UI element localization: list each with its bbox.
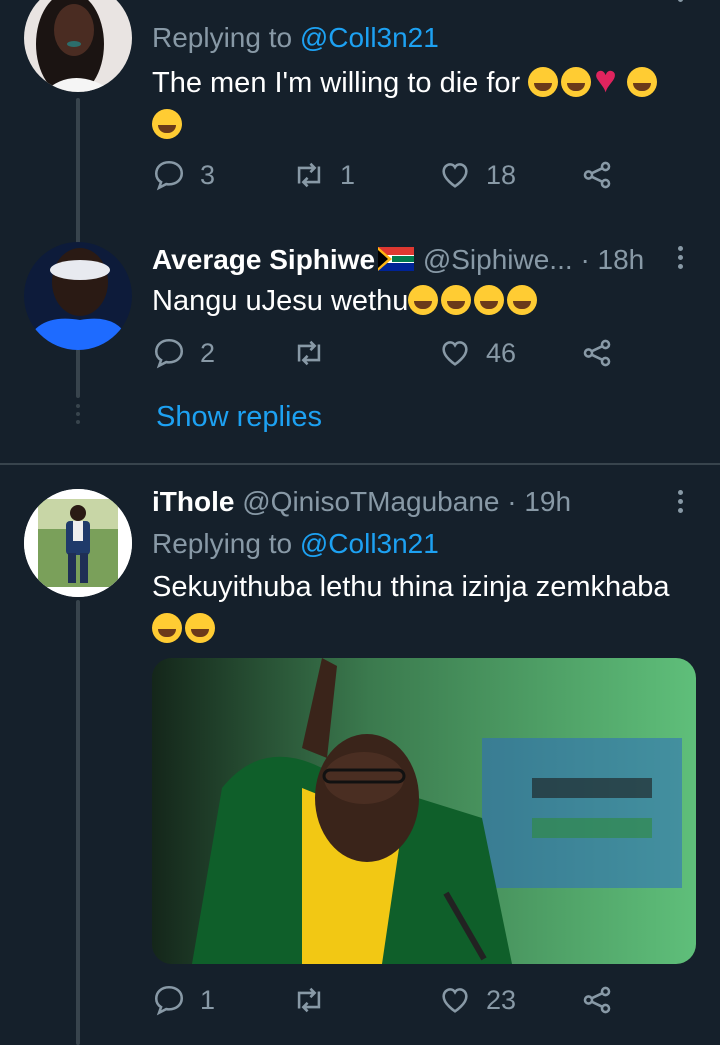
tweet-1-actions: 3 1 18 — [152, 158, 622, 202]
like-count: 18 — [486, 159, 517, 190]
collapsed-thread-dots — [76, 404, 80, 428]
tweet-time[interactable]: · 18h — [580, 244, 644, 275]
south-africa-flag-icon — [378, 247, 415, 271]
show-replies-link[interactable]: Show replies — [156, 401, 322, 434]
retweet-button[interactable] — [292, 336, 340, 370]
user-handle[interactable]: @Siphiwe... — [423, 244, 573, 275]
replying-handle-link[interactable]: @Coll3n21 — [300, 528, 439, 559]
more-vertical-icon[interactable] — [678, 246, 684, 273]
tweet-1-header-cutoff — [152, 0, 572, 16]
like-count: 46 — [486, 337, 517, 368]
heart-icon — [442, 163, 468, 188]
like-button[interactable]: 18 — [438, 158, 516, 192]
tweet-3-text: Sekuyithuba lethu thina izinja zemkhaba — [152, 566, 697, 650]
tweet-1-text: The men I'm willing to die for — [152, 59, 692, 146]
heart-icon — [442, 341, 468, 366]
reply-count: 3 — [200, 159, 216, 190]
rofl-emoji — [185, 613, 215, 643]
avatar-tweet-3[interactable] — [24, 489, 132, 597]
tweet-time[interactable]: · 19h — [507, 486, 571, 517]
share-icon — [583, 339, 611, 367]
tweet-2-body: Nangu uJesu wethu — [152, 285, 409, 317]
avatar-tweet-1[interactable] — [24, 0, 132, 92]
tweet-1-body: The men I'm willing to die for — [152, 67, 521, 99]
retweet-icon — [297, 987, 321, 1013]
rofl-emoji — [507, 285, 538, 315]
reply-icon — [154, 338, 184, 369]
more-vertical-icon[interactable] — [678, 490, 684, 517]
tweet-2-text: Nangu uJesu wethu — [152, 280, 692, 322]
display-name[interactable]: iThole — [152, 486, 234, 517]
reply-icon — [154, 160, 184, 191]
tweet-3-actions: 1 23 — [152, 983, 622, 1027]
replying-prefix: Replying to — [152, 22, 293, 53]
rofl-emoji — [474, 285, 505, 315]
replying-to-tweet-1: Replying to @Coll3n21 — [152, 22, 439, 54]
rofl-emoji — [441, 285, 472, 315]
retweet-count: 1 — [340, 159, 356, 190]
like-button[interactable]: 23 — [438, 983, 516, 1017]
like-button[interactable]: 46 — [438, 336, 516, 370]
replying-prefix: Replying to — [152, 528, 293, 559]
reply-button[interactable]: 2 — [152, 336, 215, 370]
retweet-button[interactable]: 1 — [292, 158, 355, 192]
like-count: 23 — [486, 984, 517, 1015]
tweet-2-header: Average Siphiwe @Siphiwe... · 18h — [152, 244, 644, 276]
avatar-tweet-2[interactable] — [24, 242, 132, 350]
share-icon — [583, 161, 611, 189]
user-handle[interactable]: @QinisoTMagubane — [242, 486, 499, 517]
reply-count: 2 — [200, 337, 216, 368]
red-heart-emoji — [594, 59, 624, 101]
rofl-emoji — [408, 285, 439, 315]
retweet-icon — [297, 162, 321, 188]
thread-line-3 — [76, 600, 80, 1045]
tweet-3-body: Sekuyithuba lethu thina izinja zemkhaba — [152, 571, 670, 603]
joy-crying-emoji — [561, 67, 592, 97]
reply-button[interactable]: 1 — [152, 983, 215, 1017]
reply-button[interactable]: 3 — [152, 158, 215, 192]
more-vertical-icon[interactable] — [678, 0, 684, 6]
retweet-button[interactable] — [292, 983, 340, 1017]
reply-count: 1 — [200, 984, 216, 1015]
divider — [0, 463, 720, 465]
tears-of-joy-emoji — [152, 109, 182, 139]
share-button[interactable] — [580, 983, 628, 1017]
display-name[interactable]: Average Siphiwe — [152, 244, 375, 275]
share-button[interactable] — [580, 336, 628, 370]
tweet-3-photo[interactable] — [152, 658, 696, 964]
replying-to-tweet-3: Replying to @Coll3n21 — [152, 528, 439, 560]
reply-icon — [154, 985, 184, 1016]
tweet-2-actions: 2 46 — [152, 336, 622, 380]
joy-crying-emoji — [528, 67, 559, 97]
rofl-emoji — [152, 613, 182, 643]
replying-handle-link[interactable]: @Coll3n21 — [300, 22, 439, 53]
share-button[interactable] — [580, 158, 628, 192]
retweet-icon — [297, 340, 321, 366]
share-icon — [583, 986, 611, 1014]
tears-of-joy-emoji — [627, 67, 658, 97]
tweet-3-header: iThole @QinisoTMagubane · 19h — [152, 486, 571, 518]
heart-icon — [442, 988, 468, 1013]
